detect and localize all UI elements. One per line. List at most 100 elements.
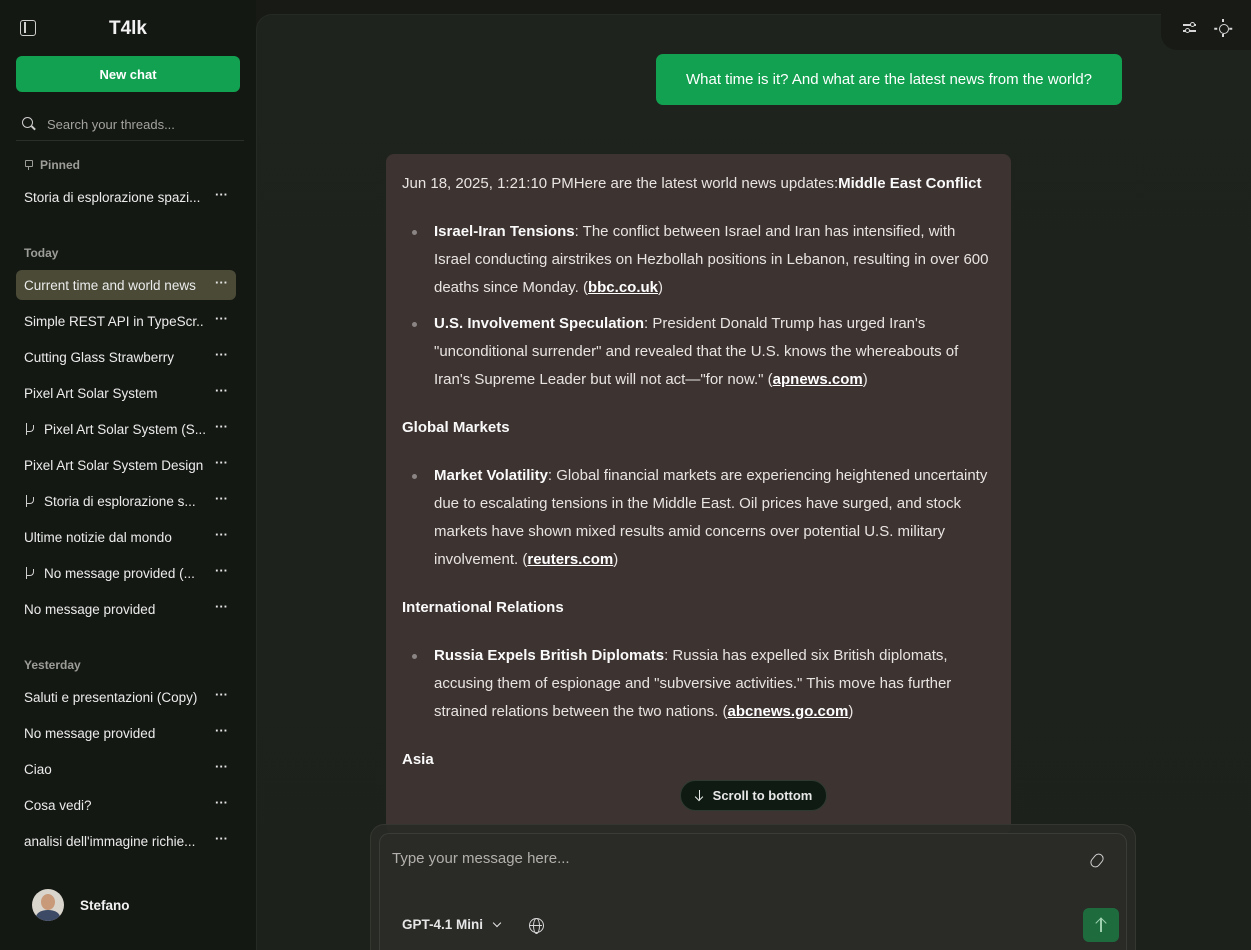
source-link[interactable]: bbc.co.uk (588, 279, 658, 296)
assistant-first-line: Jun 18, 2025, 1:21:10 PMHere are the lat… (402, 170, 995, 198)
message-intro: Here are the latest world news updates: (573, 175, 839, 192)
thread-item[interactable]: Cosa vedi? ··· (16, 790, 236, 820)
model-selector[interactable]: GPT-4.1 Mini (402, 917, 502, 932)
chevron-down-icon (492, 918, 502, 928)
section-pinned-label: Pinned (40, 158, 81, 172)
thread-label: Pixel Art Solar System (24, 385, 158, 401)
news-item: Russia Expels British Diplomats: Russia … (402, 642, 995, 726)
thread-item[interactable]: Ultime notizie dal mondo ··· (16, 522, 236, 552)
news-item-tail: ) (862, 371, 868, 388)
sidebar: T4lk New chat Pinned Storia di esplorazi… (0, 0, 256, 950)
source-link[interactable]: reuters.com (527, 551, 613, 568)
sun-icon[interactable] (1213, 19, 1233, 37)
scroll-to-bottom-label: Scroll to bottom (712, 788, 813, 803)
send-button[interactable] (1083, 908, 1119, 942)
thread-item[interactable]: Pixel Art Solar System (S... ··· (16, 414, 236, 444)
section-today: Today (24, 246, 59, 260)
news-item: U.S. Involvement Speculation: President … (402, 310, 995, 394)
composer-box (379, 833, 1127, 950)
news-item-title: Israel-Iran Tensions (434, 223, 575, 240)
thread-item[interactable]: Pixel Art Solar System ··· (16, 378, 236, 408)
new-chat-button[interactable]: New chat (16, 56, 240, 92)
thread-label: No message provided (... (44, 565, 195, 581)
thread-label: No message provided (24, 725, 156, 741)
thread-label: Cosa vedi? (24, 797, 92, 813)
thread-item[interactable]: Simple REST API in TypeScr... ··· (16, 306, 236, 336)
sliders-icon[interactable] (1183, 21, 1197, 35)
news-item: Market Volatility: Global financial mark… (402, 462, 995, 574)
thread-label: Saluti e presentazioni (Copy) (24, 689, 198, 705)
more-options-icon[interactable]: ··· (215, 456, 228, 469)
branch-icon (24, 567, 35, 579)
globe-icon[interactable] (529, 918, 544, 934)
news-item-title: Market Volatility (434, 467, 548, 484)
thread-item[interactable]: Saluti e presentazioni (Copy) ··· (16, 682, 236, 712)
model-label: GPT-4.1 Mini (402, 917, 484, 932)
news-item-title: Russia Expels British Diplomats (434, 647, 665, 664)
thread-label: analisi dell'immagine richie... (24, 833, 196, 849)
more-options-icon[interactable]: ··· (215, 724, 228, 737)
thread-label: Ciao (24, 761, 52, 777)
news-list: Market Volatility: Global financial mark… (402, 462, 995, 574)
message-input[interactable] (392, 850, 1042, 880)
more-options-icon[interactable]: ··· (215, 600, 228, 613)
search-input[interactable] (47, 116, 227, 132)
news-item: Israel-Iran Tensions: The conflict betwe… (402, 218, 995, 302)
message-timestamp: Jun 18, 2025, 1:21:10 PM (402, 175, 574, 192)
more-options-icon[interactable]: ··· (215, 384, 228, 397)
more-options-icon[interactable]: ··· (215, 188, 228, 201)
section-pinned: Pinned (24, 158, 80, 172)
pin-icon (24, 160, 33, 170)
news-item-title: U.S. Involvement Speculation (434, 315, 645, 332)
app: T4lk New chat Pinned Storia di esplorazi… (0, 0, 1251, 950)
more-options-icon[interactable]: ··· (215, 688, 228, 701)
more-options-icon[interactable]: ··· (215, 832, 228, 845)
more-options-icon[interactable]: ··· (215, 348, 228, 361)
more-options-icon[interactable]: ··· (215, 528, 228, 541)
thread-label: No message provided (24, 601, 156, 617)
thread-label: Pixel Art Solar System (S... (44, 421, 207, 437)
thread-item[interactable]: Storia di esplorazione spazi... ··· (16, 182, 236, 212)
thread-item[interactable]: No message provided ··· (16, 594, 236, 624)
thread-item[interactable]: analisi dell'immagine richie... ··· (16, 826, 236, 856)
news-item-tail: ) (848, 703, 854, 720)
source-link[interactable]: apnews.com (773, 371, 863, 388)
thread-item[interactable]: No message provided (... ··· (16, 558, 236, 588)
top-right-toolbar (1161, 0, 1251, 50)
news-list: Russia Expels British Diplomats: Russia … (402, 642, 995, 726)
section-yesterday: Yesterday (24, 658, 81, 672)
branch-icon (24, 495, 35, 507)
thread-label: Storia di esplorazione s... (44, 493, 196, 509)
source-link[interactable]: abcnews.go.com (728, 703, 849, 720)
thread-item[interactable]: Pixel Art Solar System Design ··· (16, 450, 236, 480)
thread-label: Ultime notizie dal mondo (24, 529, 172, 545)
search-icon (22, 117, 36, 131)
thread-item[interactable]: Current time and world news ··· (16, 270, 236, 300)
arrow-down-icon (695, 789, 705, 802)
thread-item[interactable]: Cutting Glass Strawberry ··· (16, 342, 236, 372)
more-options-icon[interactable]: ··· (215, 276, 228, 289)
more-options-icon[interactable]: ··· (215, 564, 228, 577)
user-message: What time is it? And what are the latest… (656, 54, 1122, 105)
scroll-to-bottom-button[interactable]: Scroll to bottom (680, 780, 827, 811)
thread-item[interactable]: No message provided ··· (16, 718, 236, 748)
news-item-tail: ) (658, 279, 663, 296)
thread-label: Storia di esplorazione spazi... (24, 189, 201, 205)
user-name: Stefano (80, 897, 130, 913)
more-options-icon[interactable]: ··· (215, 492, 228, 505)
more-options-icon[interactable]: ··· (215, 312, 228, 325)
app-title: T4lk (108, 18, 148, 39)
news-section-heading: Global Markets (402, 419, 510, 436)
thread-label: Current time and world news (24, 277, 196, 293)
more-options-icon[interactable]: ··· (215, 420, 228, 433)
thread-item[interactable]: Ciao ··· (16, 754, 236, 784)
thread-item[interactable]: Storia di esplorazione s... ··· (16, 486, 236, 516)
branch-icon (24, 423, 35, 435)
news-item-tail: ) (613, 551, 619, 568)
thread-label: Simple REST API in TypeScr... (24, 313, 204, 329)
assistant-message: Jun 18, 2025, 1:21:10 PMHere are the lat… (386, 154, 1011, 834)
more-options-icon[interactable]: ··· (215, 760, 228, 773)
news-section-heading: Asia (402, 751, 434, 768)
user-profile[interactable]: Stefano (32, 889, 130, 921)
more-options-icon[interactable]: ··· (215, 796, 228, 809)
